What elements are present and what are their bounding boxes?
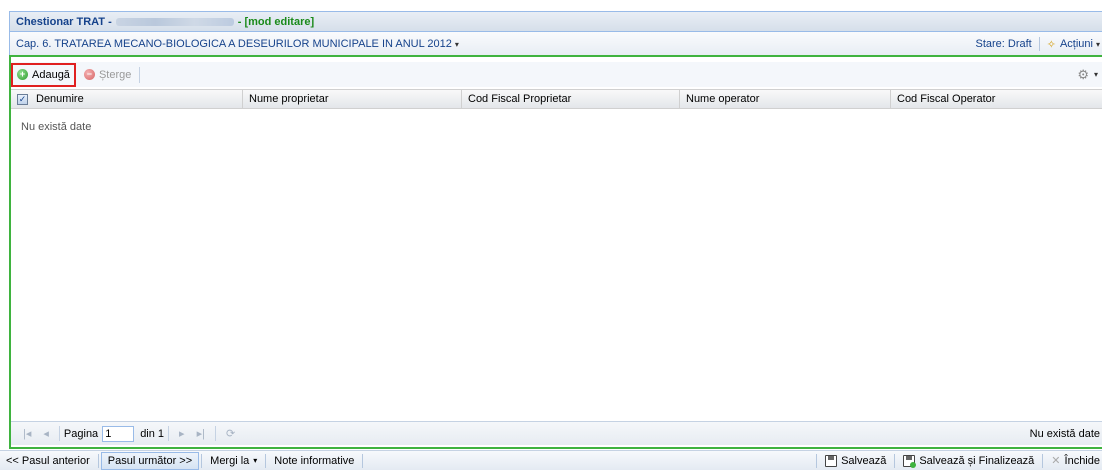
save-button[interactable]: Salvează bbox=[819, 452, 892, 470]
column-header-cod-fiscal-operator[interactable]: Cod Fiscal Operator bbox=[891, 90, 1102, 108]
divider bbox=[265, 453, 267, 468]
chevron-down-icon[interactable]: ▾ bbox=[1096, 40, 1100, 49]
prev-page-icon[interactable]: ◂ bbox=[43, 427, 49, 440]
delete-button-label: Șterge bbox=[98, 68, 132, 81]
close-button[interactable]: ✕ Închide bbox=[1045, 452, 1102, 470]
window-title-prefix: Chestionar TRAT - bbox=[16, 15, 112, 28]
chevron-down-icon: ▾ bbox=[253, 456, 258, 465]
actions-menu-button[interactable]: Acțiuni bbox=[1060, 38, 1093, 50]
grid-header: ✓ Denumire Nume proprietar Cod Fiscal Pr… bbox=[11, 89, 1102, 109]
divider bbox=[201, 453, 203, 468]
save-finalize-icon bbox=[903, 454, 917, 468]
column-header-cod-fiscal-proprietar[interactable]: Cod Fiscal Proprietar bbox=[462, 90, 680, 108]
divider bbox=[362, 453, 364, 468]
page-count-label: din 1 bbox=[140, 427, 165, 440]
save-label: Salvează bbox=[841, 454, 887, 467]
window-title-mode: - [mod editare] bbox=[237, 15, 315, 28]
select-all-checkbox[interactable]: ✓ bbox=[17, 93, 28, 105]
save-icon bbox=[825, 454, 838, 467]
divider bbox=[894, 453, 896, 468]
divider bbox=[1042, 453, 1044, 468]
previous-step-button[interactable]: << Pasul anterior bbox=[0, 452, 96, 470]
next-step-button[interactable]: Pasul următor >> bbox=[100, 451, 200, 470]
refresh-icon[interactable]: ⟳ bbox=[226, 427, 235, 440]
wizard-navigation-bar: << Pasul anterior Pasul următor >> Mergi… bbox=[0, 450, 1102, 470]
column-header-nume-proprietar[interactable]: Nume proprietar bbox=[243, 90, 462, 108]
divider bbox=[168, 426, 170, 441]
actions-icon: ✧ bbox=[1046, 38, 1056, 51]
redacted-entity-name bbox=[115, 17, 234, 26]
column-label: Nume operator bbox=[686, 93, 760, 105]
divider bbox=[139, 66, 141, 83]
paging-toolbar: |◂ ◂ Pagina din 1 ▸ ▸| ⟳ Nu există date bbox=[11, 421, 1102, 445]
add-button-label: Adaugă bbox=[32, 68, 70, 81]
column-label: Cod Fiscal Operator bbox=[897, 93, 996, 105]
close-label: Închide bbox=[1064, 454, 1100, 467]
next-page-icon[interactable]: ▸ bbox=[179, 427, 185, 440]
info-notes-button[interactable]: Note informative bbox=[268, 452, 360, 470]
divider bbox=[58, 426, 60, 441]
grid-toolbar: + Adaugă − Șterge ⚙ ▾ bbox=[11, 62, 1102, 87]
divider bbox=[816, 453, 818, 468]
column-label: Denumire bbox=[36, 93, 84, 105]
settings-menu-button[interactable]: ⚙ ▾ bbox=[1077, 67, 1098, 83]
chevron-down-icon: ▾ bbox=[1093, 70, 1098, 79]
column-label: Nume proprietar bbox=[249, 93, 329, 105]
first-page-icon[interactable]: |◂ bbox=[23, 427, 31, 440]
column-header-nume-operator[interactable]: Nume operator bbox=[680, 90, 891, 108]
divider bbox=[1038, 37, 1040, 51]
grid-empty-message: Nu există date bbox=[21, 121, 92, 133]
gear-icon: ⚙ bbox=[1077, 66, 1089, 82]
page-label: Pagina bbox=[63, 427, 99, 440]
delete-button[interactable]: − Șterge bbox=[80, 64, 135, 86]
save-finalize-button[interactable]: Salvează și Finalizează bbox=[897, 452, 1040, 470]
column-header-denumire[interactable]: ✓ Denumire bbox=[11, 90, 243, 108]
close-icon: ✕ bbox=[1051, 455, 1061, 467]
divider bbox=[97, 453, 99, 468]
chapter-bar: Cap. 6. TRATAREA MECANO-BIOLOGICA A DESE… bbox=[9, 32, 1102, 56]
paging-status: Nu există date bbox=[1029, 427, 1100, 440]
delete-icon: − bbox=[83, 69, 95, 80]
page-number-input[interactable] bbox=[102, 425, 135, 442]
goto-menu-button[interactable]: Mergi la ▾ bbox=[204, 452, 263, 470]
add-icon: + bbox=[17, 69, 28, 80]
column-label: Cod Fiscal Proprietar bbox=[468, 93, 572, 105]
save-finalize-label: Salvează și Finalizează bbox=[919, 454, 1035, 467]
window-title-bar: Chestionar TRAT - - [mod editare] bbox=[9, 11, 1102, 32]
add-button[interactable]: + Adaugă bbox=[11, 62, 76, 87]
status-label: Stare: Draft bbox=[975, 38, 1032, 50]
goto-label: Mergi la bbox=[210, 454, 250, 467]
edit-panel-frame bbox=[9, 55, 1102, 449]
last-page-icon[interactable]: ▸| bbox=[197, 427, 205, 440]
chapter-selector[interactable]: Cap. 6. TRATAREA MECANO-BIOLOGICA A DESE… bbox=[16, 38, 452, 50]
chevron-down-icon[interactable]: ▾ bbox=[455, 40, 459, 49]
divider bbox=[214, 426, 216, 441]
